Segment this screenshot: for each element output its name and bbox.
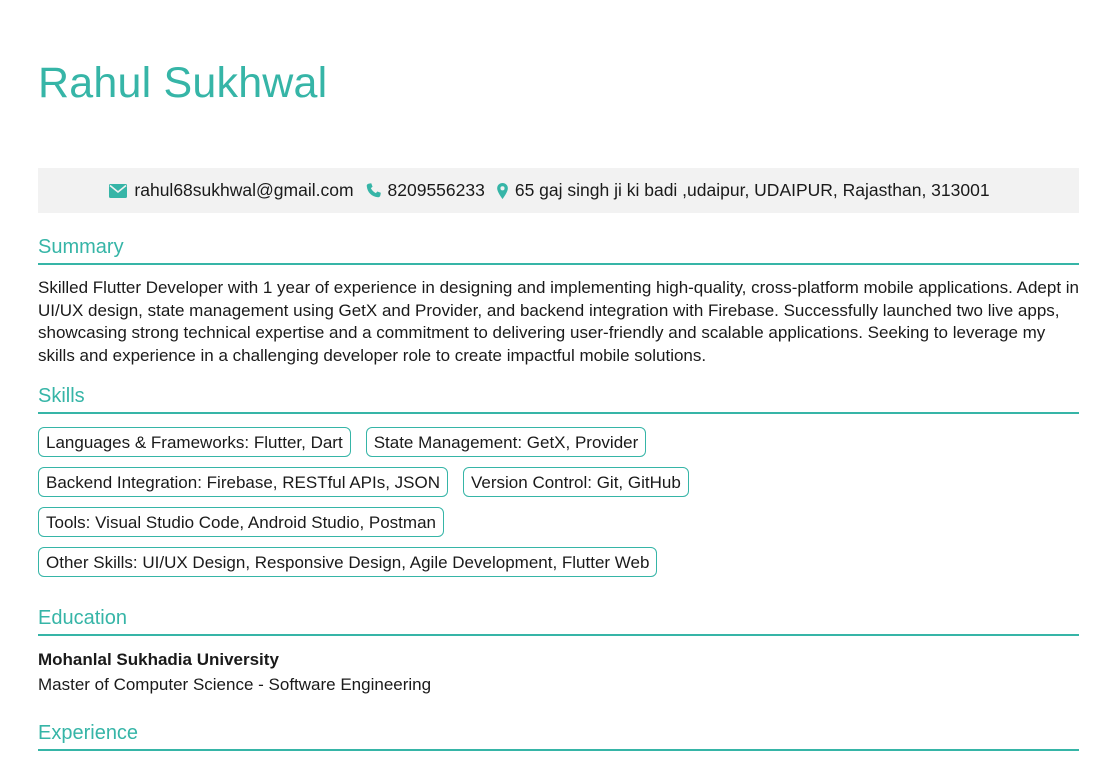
resume-page: Rahul Sukhwal rahul68sukhwal@gmail.com 8… [0, 0, 1111, 752]
contact-bar: rahul68sukhwal@gmail.com 8209556233 65 g… [38, 168, 1079, 213]
contact-address: 65 gaj singh ji ki badi ,udaipur, UDAIPU… [497, 180, 990, 201]
skill-tag: State Management: GetX, Provider [365, 427, 647, 458]
skills-heading: Skills [38, 384, 1079, 415]
skill-tag: Version Control: Git, GitHub [463, 467, 689, 498]
education-heading: Education [38, 606, 1079, 637]
skills-list: Languages & Frameworks: Flutter, Dart St… [38, 427, 798, 578]
education-school: Mohanlal Sukhadia University [38, 650, 279, 670]
envelope-icon [109, 183, 128, 198]
phone-text: 8209556233 [387, 180, 485, 200]
candidate-name: Rahul Sukhwal [38, 59, 328, 107]
experience-heading: Experience [38, 721, 1079, 752]
skill-tag: Other Skills: UI/UX Design, Responsive D… [38, 547, 658, 578]
email-text: rahul68sukhwal@gmail.com [134, 180, 354, 200]
skill-tag: Backend Integration: Firebase, RESTful A… [38, 467, 449, 498]
phone-icon [366, 183, 381, 198]
summary-section: Summary Skilled Flutter Developer with 1… [38, 235, 1079, 367]
education-section: Education Mohanlal Sukhadia University M… [38, 606, 1079, 695]
skill-tag: Languages & Frameworks: Flutter, Dart [38, 427, 351, 458]
skill-tag: Tools: Visual Studio Code, Android Studi… [38, 507, 444, 538]
map-marker-icon [497, 182, 508, 199]
summary-text: Skilled Flutter Developer with 1 year of… [38, 278, 1080, 365]
education-degree: Master of Computer Science - Software En… [38, 675, 432, 695]
experience-section: Experience [38, 721, 1079, 752]
contact-phone[interactable]: 8209556233 [366, 180, 485, 201]
address-text: 65 gaj singh ji ki badi ,udaipur, UDAIPU… [514, 180, 990, 200]
contact-email[interactable]: rahul68sukhwal@gmail.com [109, 180, 354, 201]
skills-section: Skills Languages & Frameworks: Flutter, … [38, 384, 1079, 578]
summary-heading: Summary [38, 235, 1079, 265]
